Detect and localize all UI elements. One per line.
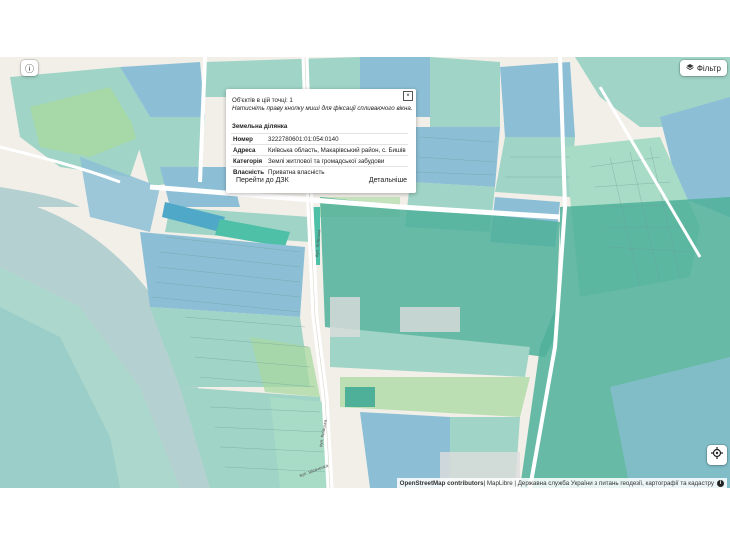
layers-icon bbox=[686, 63, 694, 73]
info-icon: ⓘ bbox=[24, 63, 34, 74]
row-key: Номер bbox=[231, 133, 267, 145]
details-link[interactable]: Детальніше bbox=[369, 177, 407, 184]
table-row: Адреса Київська область, Макарівський ра… bbox=[231, 144, 408, 156]
table-row: Категорія Землі житлової та громадської … bbox=[231, 155, 408, 167]
crosshair-icon bbox=[711, 446, 723, 464]
info-button[interactable]: ⓘ bbox=[21, 60, 38, 76]
row-key: Категорія bbox=[231, 155, 267, 167]
popup-object-count: Об'єктів в цій точці: 1 bbox=[232, 97, 293, 104]
parcel-sc-4 bbox=[345, 387, 375, 407]
table-row: Номер 3222780601:01:054:0140 bbox=[231, 133, 408, 145]
go-to-dzk-link[interactable]: Перейти до ДЗК bbox=[236, 177, 289, 184]
osm-attribution-link[interactable]: OpenStreetMap contributors bbox=[400, 480, 484, 487]
popup-hint: Натисніть праву кнопку миші для фіксації… bbox=[232, 105, 413, 112]
parcel-nc-4 bbox=[410, 127, 500, 187]
row-value: Землі житлової та громадської забудови bbox=[266, 155, 408, 167]
popup-section-title: Земельна ділянка bbox=[232, 123, 288, 130]
parcel-popup: × Об'єктів в цій точці: 1 Натисніть прав… bbox=[226, 89, 416, 193]
table-row: Власність Приватна власність bbox=[231, 166, 408, 177]
row-value: 3222780601:01:054:0140 bbox=[266, 133, 408, 145]
row-value: Київська область, Макарівський район, с.… bbox=[266, 144, 408, 156]
filter-label: Фільтр bbox=[696, 63, 721, 73]
locate-button[interactable] bbox=[707, 445, 727, 465]
built-area-1 bbox=[330, 297, 360, 337]
map-attribution: OpenStreetMap contributors | MapLibre | … bbox=[396, 478, 727, 488]
row-key: Власність bbox=[231, 166, 267, 177]
built-area-2 bbox=[400, 307, 460, 332]
row-value: Приватна власність bbox=[266, 166, 408, 177]
attribution-info-icon[interactable]: i bbox=[717, 479, 724, 487]
parcel-info-table: Номер 3222780601:01:054:0140 Адреса Київ… bbox=[231, 133, 408, 177]
row-key: Адреса bbox=[231, 144, 267, 156]
popup-close-button[interactable]: × bbox=[403, 91, 413, 101]
attribution-text: | MapLibre | Державна служба України з п… bbox=[483, 479, 714, 487]
filter-button[interactable]: Фільтр bbox=[679, 60, 727, 76]
parcel-nc-3 bbox=[430, 57, 500, 127]
